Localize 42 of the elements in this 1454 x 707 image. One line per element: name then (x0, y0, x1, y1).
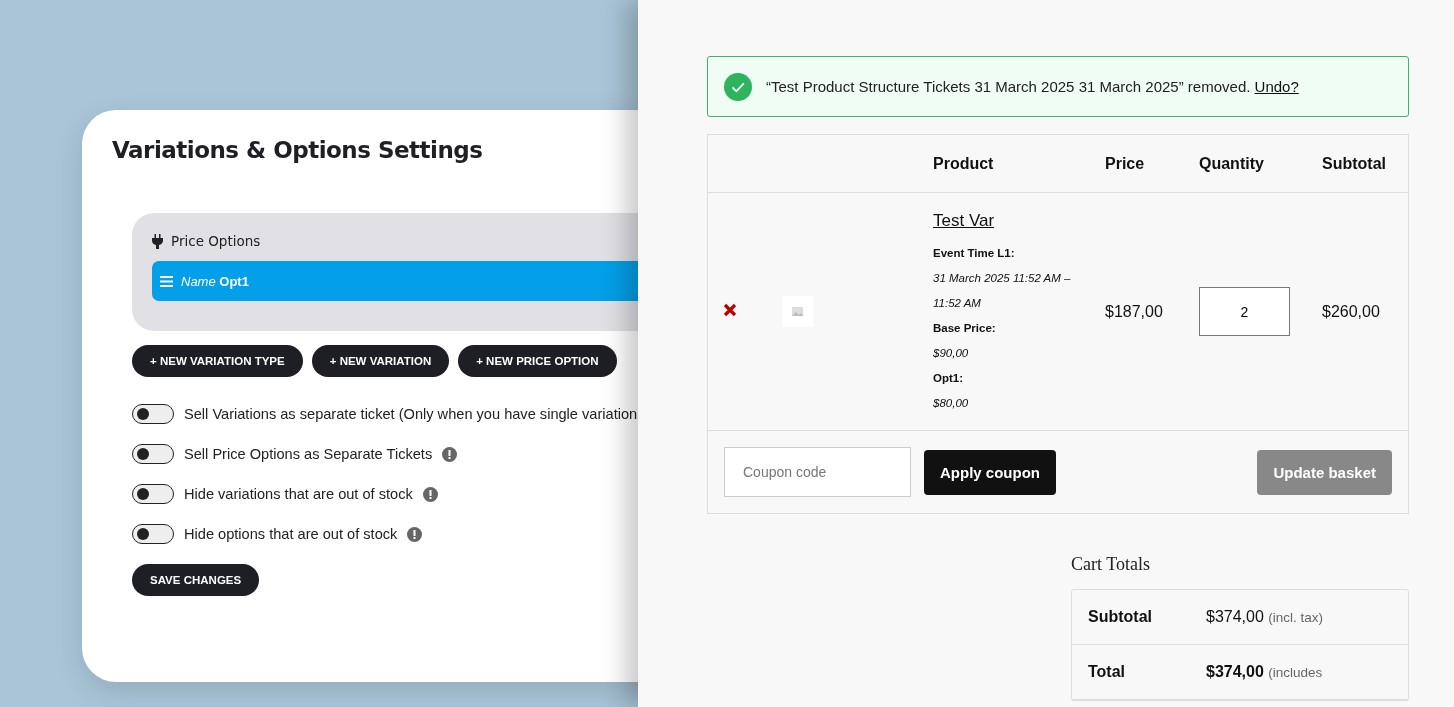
check-icon (724, 72, 752, 101)
price-cell-text: $187,00 (1104, 302, 1164, 321)
meta-label: Event Time L1: (933, 246, 1016, 261)
subtotal-cell-text: $260,00 (1321, 302, 1381, 321)
column-header: Price (1104, 153, 1146, 174)
notice-text: “Test Product Structure Tickets 31 March 2025 31 March 2025” removed. Undo? (766, 78, 1299, 95)
column-header: Quantity (1198, 153, 1265, 174)
toggle-switch[interactable] (132, 484, 174, 504)
toggle-label: Hide variations that are out of stock (184, 486, 413, 502)
totals-amount: $374,00 (1206, 663, 1264, 680)
toggle-label: Hide options that are out of stock (184, 526, 398, 542)
toggle-label: Sell Price Options as Separate Tickets (184, 446, 433, 462)
save-button[interactable]: SAVE CHANGES (132, 564, 260, 596)
meta-value: $80,00 (933, 396, 970, 411)
remove-icon[interactable] (723, 302, 737, 317)
totals-amount: $374,00 (1206, 608, 1264, 625)
add-button[interactable]: + NEW PRICE OPTION (458, 345, 617, 377)
section-label: Price Options (171, 233, 261, 249)
column-header: Subtotal (1321, 153, 1387, 174)
totals-label: Total (1088, 663, 1127, 681)
add-button[interactable]: + NEW VARIATION (311, 345, 450, 377)
undo-link[interactable]: Undo? (1254, 78, 1299, 95)
totals-title: Cart Totals (1071, 554, 1151, 575)
toggle-switch[interactable] (132, 524, 174, 544)
tax-note: (incl. tax) (1268, 610, 1324, 625)
column-header: Product (932, 153, 995, 174)
toggle-switch[interactable] (132, 404, 174, 424)
quantity-field[interactable]: 2 (1199, 287, 1290, 336)
coupon-field[interactable]: Coupon code (724, 447, 911, 497)
toggle-label: Sell Variations as separate ticket (Only when you have single variation (184, 406, 638, 422)
toggle-switch[interactable] (132, 444, 174, 464)
plug-icon (152, 233, 163, 249)
add-button[interactable]: + NEW VARIATION TYPE (132, 345, 303, 377)
image-placeholder (782, 296, 813, 327)
meta-label: Base Price: (933, 321, 997, 336)
menu-icon (160, 275, 173, 287)
tax-note: (includes (1268, 665, 1323, 680)
meta-label: Opt1: (933, 371, 965, 386)
meta-value: $90,00 (933, 346, 970, 361)
apply-coupon-button[interactable]: Apply coupon (924, 449, 1056, 495)
product-link[interactable]: Test Var (933, 211, 1075, 231)
totals-label: Subtotal (1088, 608, 1153, 626)
